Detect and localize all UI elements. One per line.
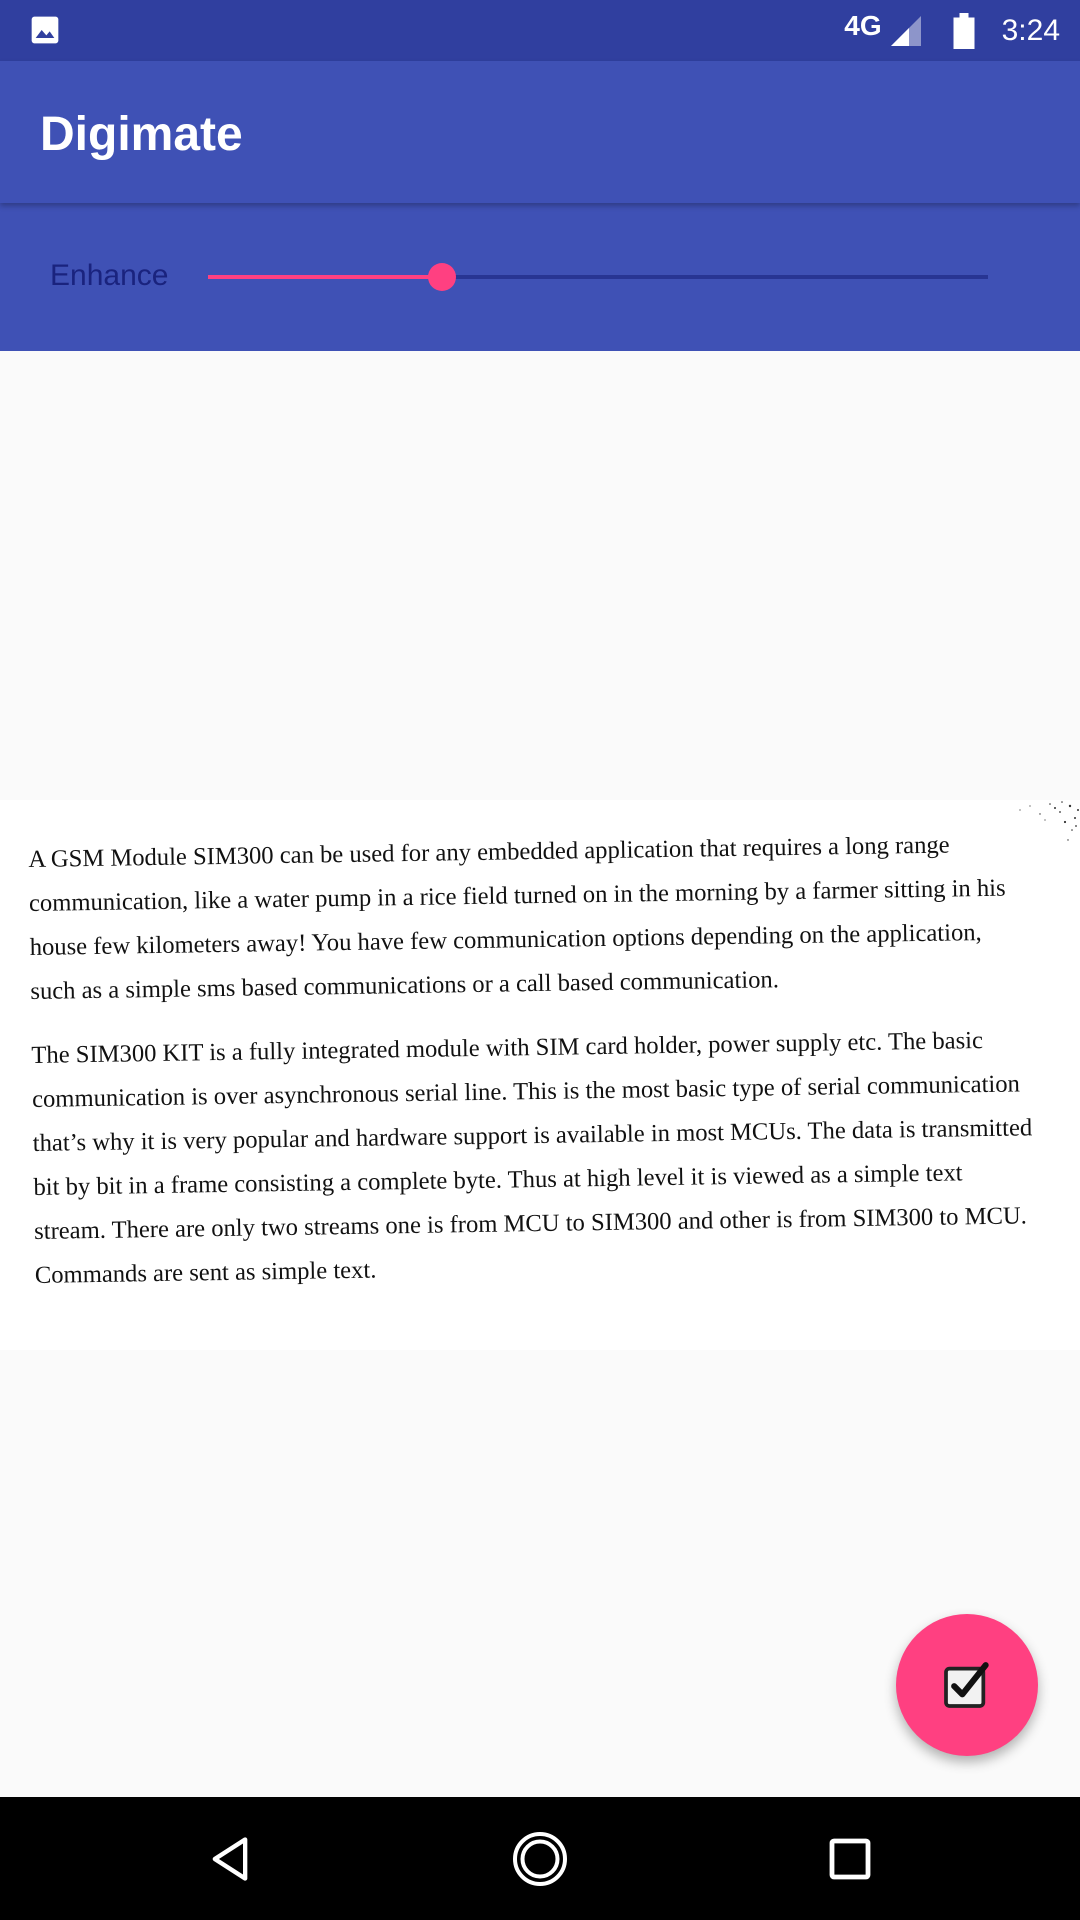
home-button[interactable] <box>508 1827 572 1891</box>
status-bar: 4G 3:24 <box>0 0 1080 61</box>
back-icon <box>212 1837 248 1881</box>
slider-fill <box>208 275 442 279</box>
battery-icon <box>953 12 975 49</box>
app-bar: Digimate <box>0 61 1080 203</box>
confirm-fab-button[interactable] <box>896 1614 1038 1756</box>
enhance-label: Enhance <box>50 259 169 292</box>
back-button[interactable] <box>198 1827 262 1891</box>
app-title: Digimate <box>40 108 243 161</box>
recents-icon <box>829 1838 871 1880</box>
slider-thumb[interactable] <box>428 263 456 291</box>
home-icon <box>513 1832 567 1886</box>
checkbox-checked-icon <box>944 1662 989 1708</box>
document-paragraph: A GSM Module SIM300 can be used for any … <box>28 831 1006 1005</box>
scanned-document: A GSM Module SIM300 can be used for any … <box>0 800 1080 1350</box>
signal-icon <box>890 15 921 46</box>
navigation-bar <box>0 1797 1080 1920</box>
recents-button[interactable] <box>818 1827 882 1891</box>
image-icon <box>31 16 59 44</box>
enhance-panel: Enhance <box>0 203 1080 351</box>
document-text: A GSM Module SIM300 can be used for any … <box>28 822 1035 1318</box>
network-type: 4G <box>844 9 882 41</box>
enhance-slider[interactable] <box>208 257 988 297</box>
clock: 3:24 <box>1001 13 1060 47</box>
document-paragraph: The SIM300 KIT is a fully integrated mod… <box>31 1027 1033 1289</box>
